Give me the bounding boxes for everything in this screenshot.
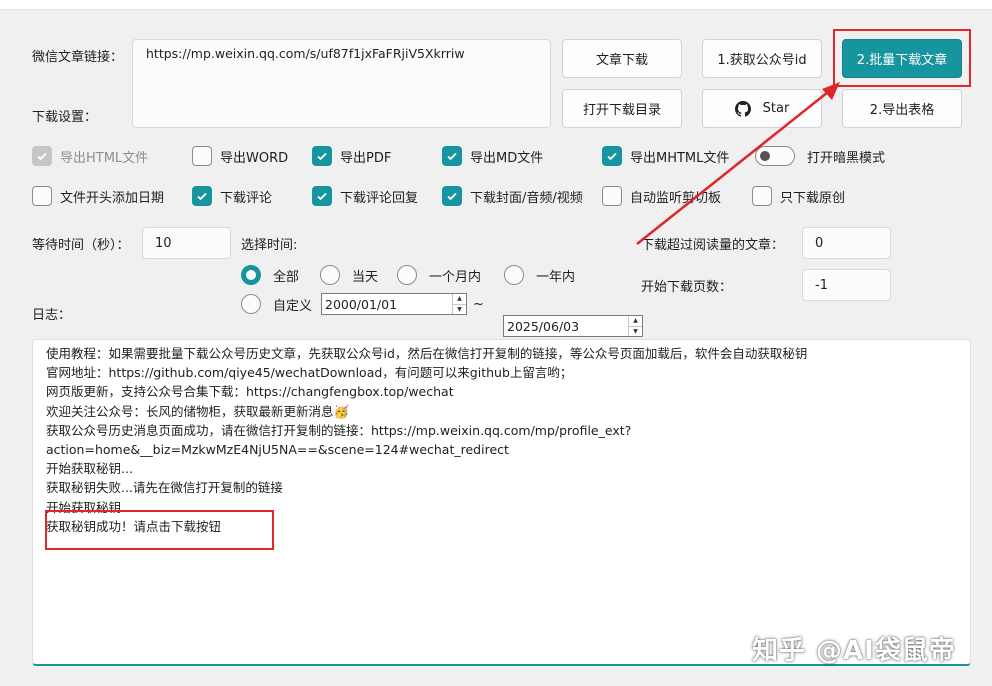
- annotation-arrow-icon: [636, 82, 840, 245]
- watermark: 知乎 @AI袋鼠帝: [752, 636, 956, 666]
